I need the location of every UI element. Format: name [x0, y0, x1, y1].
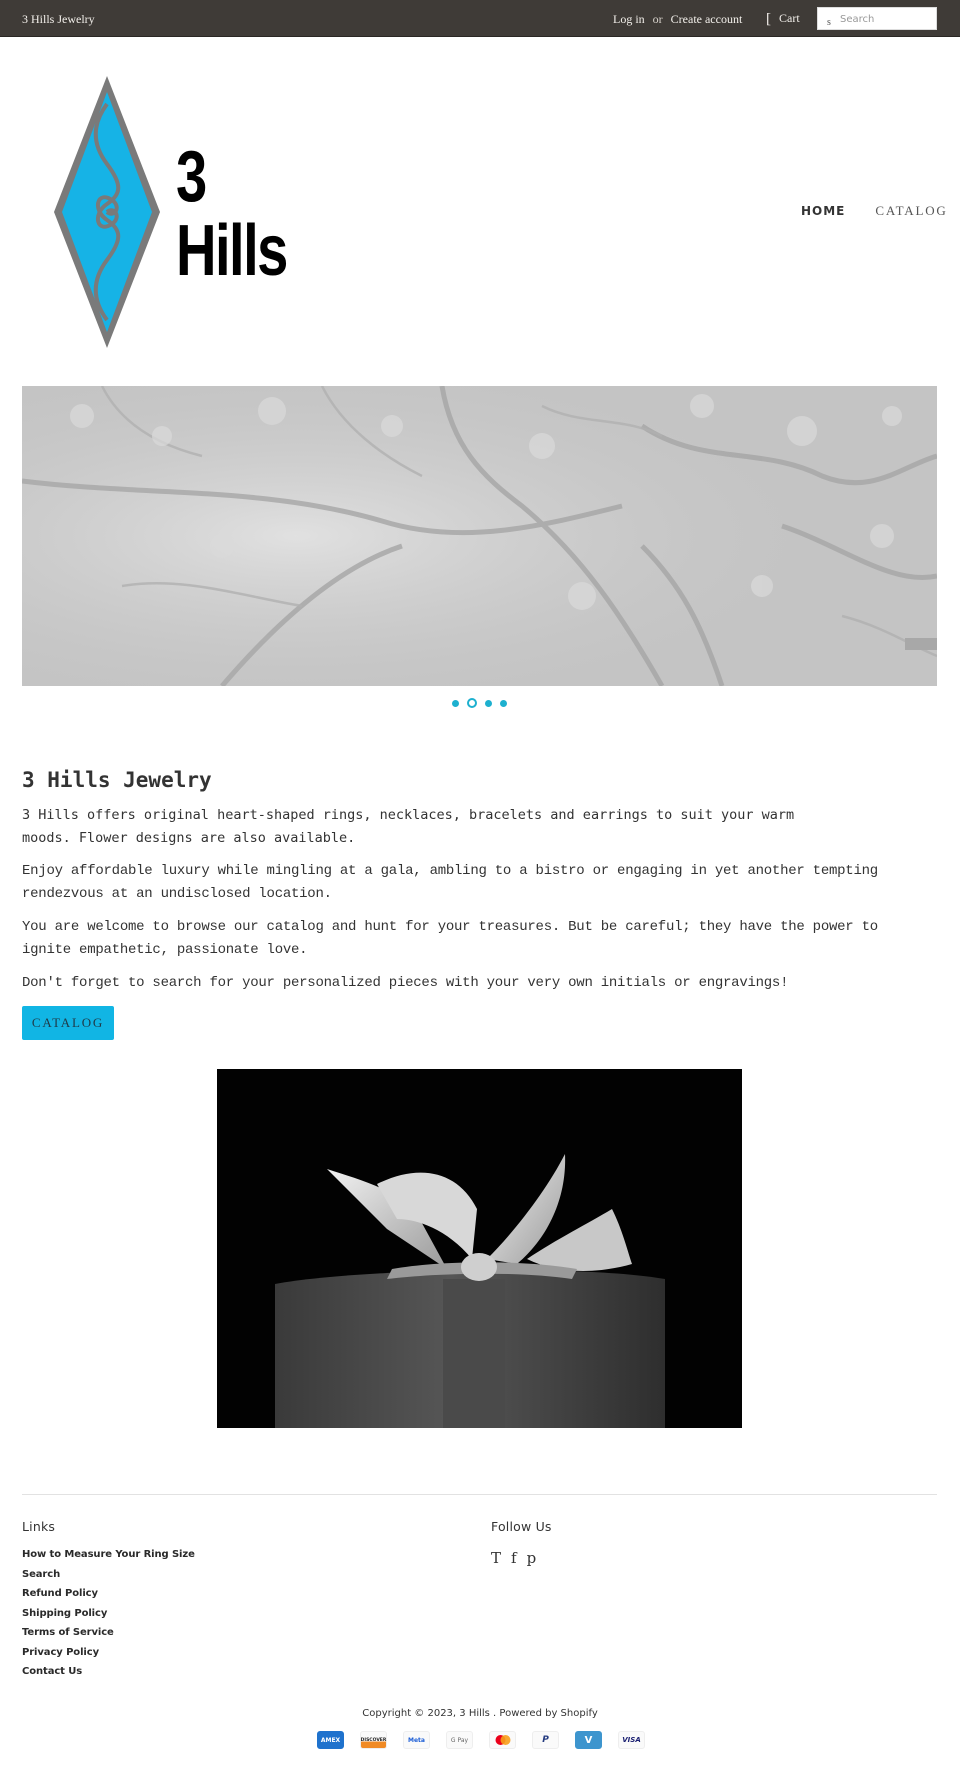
gift-box-image: [217, 1069, 742, 1428]
slide-dot-2[interactable]: [467, 698, 477, 708]
hero-slide-image[interactable]: [22, 386, 937, 686]
cart-icon: [: [766, 10, 771, 27]
nav-home[interactable]: HOME: [801, 204, 845, 218]
site-logo[interactable]: 3 Hills: [52, 74, 302, 350]
pinterest-icon[interactable]: p: [527, 1549, 537, 1567]
create-account-link[interactable]: Create account: [671, 12, 743, 27]
twitter-icon[interactable]: T: [491, 1549, 501, 1567]
nav-catalog[interactable]: CATALOG: [875, 203, 947, 219]
facebook-icon[interactable]: f: [511, 1549, 517, 1567]
intro-title: 3 Hills Jewelry: [22, 768, 212, 792]
or-separator: or: [652, 12, 663, 26]
payment-icons: AMEX DISCOVER Meta G Pay P V VISA: [317, 1731, 645, 1749]
logo-wordmark: 3 Hills: [176, 137, 288, 291]
cart-link[interactable]: [ Cart: [766, 11, 800, 26]
footer-links-column: Links How to Measure Your Ring Size Sear…: [22, 1519, 195, 1686]
store-name-link[interactable]: 3 Hills Jewelry: [22, 12, 95, 27]
footer-link-refund-policy[interactable]: Refund Policy: [22, 1588, 195, 1608]
logo-line-1: 3: [176, 137, 207, 217]
footer-links-heading: Links: [22, 1519, 56, 1534]
slide-dot-1[interactable]: [452, 699, 459, 707]
top-bar: 3 Hills Jewelry Log in or Create account…: [0, 0, 960, 37]
copyright-text: Copyright © 2023, 3 Hills . Powered by S…: [362, 1708, 598, 1719]
gift-box-illustration: [217, 1069, 742, 1428]
account-links: Log in or Create account: [613, 12, 742, 27]
footer-link-contact-us[interactable]: Contact Us: [22, 1666, 195, 1686]
footer-divider: [22, 1494, 937, 1495]
social-links: T f p: [491, 1549, 552, 1567]
visa-icon: VISA: [618, 1731, 645, 1749]
intro-paragraph-3: You are welcome to browse our catalog an…: [22, 919, 878, 958]
search-icon[interactable]: s: [827, 17, 831, 28]
footer-link-ring-size[interactable]: How to Measure Your Ring Size: [22, 1549, 195, 1569]
intro-section: 3 Hills Jewelry 3 Hills offers original …: [22, 768, 922, 1040]
intro-paragraph-4: Don't forget to search for your personal…: [22, 975, 789, 991]
footer-link-privacy-policy[interactable]: Privacy Policy: [22, 1647, 195, 1667]
slideshow-dots: [452, 698, 507, 708]
amex-icon: AMEX: [317, 1731, 344, 1749]
intro-paragraph-1: 3 Hills offers original heart-shaped rin…: [22, 807, 795, 846]
slide-dot-4[interactable]: [500, 699, 507, 707]
login-link[interactable]: Log in: [613, 12, 645, 27]
main-nav: HOME CATALOG: [801, 203, 948, 219]
mastercard-icon: [489, 1731, 516, 1749]
footer-follow-heading: Follow Us: [491, 1519, 552, 1534]
venmo-icon: V: [575, 1731, 602, 1749]
slide-dot-3[interactable]: [485, 699, 492, 707]
search-input[interactable]: [840, 11, 934, 27]
google-pay-icon: G Pay: [446, 1731, 473, 1749]
catalog-button[interactable]: CATALOG: [22, 1005, 114, 1040]
logo-line-2: Hills: [176, 211, 288, 291]
cart-label: Cart: [779, 11, 800, 25]
diamond-logo-icon: [54, 76, 160, 348]
meta-pay-icon: Meta: [403, 1731, 430, 1749]
search-box: s: [817, 7, 937, 30]
intro-paragraph-2: Enjoy affordable luxury while mingling a…: [22, 863, 878, 902]
footer-link-terms-of-service[interactable]: Terms of Service: [22, 1627, 195, 1647]
paypal-icon: P: [532, 1731, 559, 1749]
footer-link-search[interactable]: Search: [22, 1569, 195, 1589]
footer-link-shipping-policy[interactable]: Shipping Policy: [22, 1608, 195, 1628]
footer-follow-column: Follow Us T f p: [491, 1519, 552, 1567]
forest-canopy-image: [22, 386, 937, 686]
discover-icon: DISCOVER: [360, 1731, 387, 1749]
